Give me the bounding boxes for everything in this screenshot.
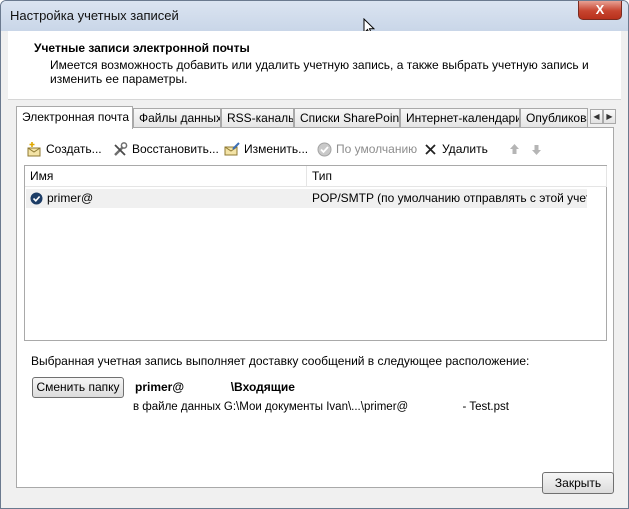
header-description: Имеется возможность добавить или удалить…: [50, 58, 589, 86]
delete-account-button[interactable]: Удалить: [422, 138, 488, 160]
close-button[interactable]: Закрыть: [542, 472, 614, 494]
arrow-up-icon: [510, 143, 519, 154]
move-up-button[interactable]: [506, 138, 523, 160]
column-header-name[interactable]: Имя: [25, 166, 307, 187]
move-down-button[interactable]: [528, 138, 545, 160]
delete-account-label: Удалить: [442, 142, 488, 156]
tab-data-files[interactable]: Файлы данных: [133, 108, 221, 127]
check-circle-icon: [317, 142, 332, 156]
window-close-button[interactable]: X: [578, 1, 622, 20]
tab-internet-calendars[interactable]: Интернет-календари: [400, 108, 520, 127]
delete-x-icon: [425, 143, 436, 155]
tab-sharepoint-lists[interactable]: Списки SharePoint: [294, 108, 400, 127]
chevron-right-icon: ▶: [606, 112, 613, 121]
delivery-folder: primer@ \Входящие: [135, 380, 295, 394]
column-divider: [606, 166, 607, 187]
delivery-data-file-path: в файле данных G:\Мои документы Ivan\...…: [133, 401, 509, 413]
repair-account-label: Восстановить...: [132, 142, 219, 156]
account-name: primer@: [47, 191, 94, 205]
create-account-button[interactable]: Создать...: [26, 138, 102, 160]
change-folder-button[interactable]: Сменить папку: [32, 377, 124, 398]
new-account-icon: [27, 141, 41, 156]
header-title: Учетные записи электронной почты: [34, 41, 250, 55]
tab-scroll-left-button[interactable]: ◀: [590, 109, 603, 124]
title-bar[interactable]: Настройка учетных записей X: [1, 1, 628, 31]
repair-account-button[interactable]: Восстановить...: [112, 138, 219, 160]
change-account-button[interactable]: Изменить...: [224, 138, 308, 160]
tab-published-calendars[interactable]: Опубликованные календари: [520, 108, 588, 127]
tab-scroll-right-button[interactable]: ▶: [603, 109, 616, 124]
dialog-header: Учетные записи электронной почты Имеется…: [8, 31, 621, 100]
accounts-list-header: Имя Тип: [25, 166, 607, 187]
account-type-cell: POP/SMTP (по умолчанию отправлять с этой…: [312, 191, 587, 205]
dialog-client-area: Учетные записи электронной почты Имеется…: [8, 31, 621, 502]
tab-rss-feeds[interactable]: RSS-каналы: [221, 108, 294, 127]
delivery-location-label: Выбранная учетная запись выполняет доста…: [31, 354, 530, 368]
create-account-label: Создать...: [46, 142, 102, 156]
close-icon: X: [595, 2, 605, 17]
email-tab-panel: Создать... Восстановить... Изменить... П…: [16, 127, 614, 488]
set-default-label: По умолчанию: [336, 142, 418, 156]
default-account-check-icon: [30, 192, 43, 205]
tab-strip: Электронная почта Файлы данных RSS-канал…: [16, 106, 616, 129]
edit-account-icon: [224, 141, 240, 155]
tools-icon: [114, 141, 128, 156]
column-header-type[interactable]: Тип: [307, 166, 606, 187]
change-account-label: Изменить...: [244, 142, 309, 156]
tab-email[interactable]: Электронная почта: [16, 106, 133, 129]
chevron-left-icon: ◀: [593, 112, 600, 121]
accounts-toolbar: Создать... Восстановить... Изменить... П…: [26, 138, 606, 160]
account-name-cell: primer@: [30, 189, 305, 208]
accounts-list: Имя Тип primer@ POP/SMTP (по умолчанию о…: [24, 165, 607, 341]
account-settings-window: Настройка учетных записей X Учетные запи…: [0, 0, 629, 509]
table-row[interactable]: primer@ POP/SMTP (по умолчанию отправлят…: [26, 189, 587, 208]
set-default-button[interactable]: По умолчанию: [316, 138, 417, 160]
window-title: Настройка учетных записей: [10, 8, 179, 23]
arrow-down-icon: [532, 144, 541, 155]
